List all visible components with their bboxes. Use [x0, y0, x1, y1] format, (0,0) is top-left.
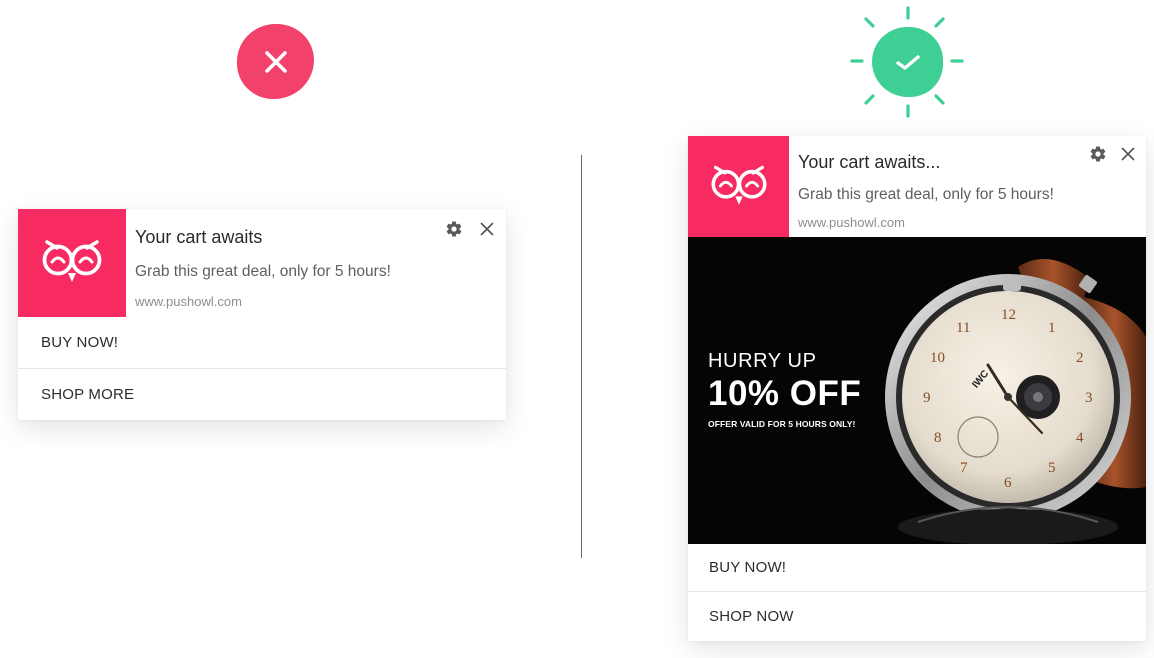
owl-logo-icon: [688, 136, 789, 237]
bad-example-badge: [237, 24, 314, 99]
close-button[interactable]: [477, 219, 497, 239]
notification-texts: Your cart awaits Grab this great deal, o…: [126, 209, 391, 317]
notification-message: Grab this great deal, only for 5 hours!: [135, 263, 391, 280]
notification-title: Your cart awaits: [135, 227, 263, 247]
svg-text:7: 7: [960, 460, 968, 476]
owl-logo-icon: [18, 209, 126, 317]
close-icon: [1121, 147, 1135, 161]
svg-text:11: 11: [956, 320, 970, 336]
svg-text:12: 12: [1001, 307, 1016, 323]
notification-header: Your cart awaits Grab this great deal, o…: [18, 209, 506, 317]
gear-icon: [446, 221, 462, 237]
cross-icon: [264, 50, 287, 73]
close-button[interactable]: [1118, 144, 1138, 164]
buy-now-button[interactable]: BUY NOW!: [688, 544, 1146, 591]
gear-icon: [1090, 146, 1106, 162]
settings-button[interactable]: [1088, 144, 1108, 164]
comparison-divider: [581, 155, 582, 558]
shop-more-button[interactable]: SHOP MORE: [18, 368, 506, 420]
notification-message: Grab this great deal, only for 5 hours!: [798, 186, 1054, 203]
notification-site: www.pushowl.com: [798, 215, 905, 230]
svg-text:3: 3: [1085, 390, 1093, 406]
settings-button[interactable]: [444, 219, 464, 239]
promo-line-hurry: HURRY UP: [708, 350, 817, 372]
checkmark-icon: [895, 55, 920, 70]
promo-line-discount: 10% OFF: [708, 374, 862, 413]
notification-site: www.pushowl.com: [135, 294, 242, 309]
promo-text: HURRY UP 10% OFF OFFER VALID FOR 5 HOURS…: [708, 350, 861, 429]
buy-now-button[interactable]: BUY NOW!: [18, 317, 506, 368]
svg-text:1: 1: [1048, 320, 1056, 336]
rich-push-notification: Your cart awaits... Grab this great deal…: [688, 136, 1146, 641]
promo-line-validity: OFFER VALID FOR 5 HOURS ONLY!: [708, 419, 856, 429]
notification-title: Your cart awaits...: [798, 152, 941, 172]
notification-texts: Your cart awaits... Grab this great deal…: [789, 136, 1054, 237]
shop-now-button[interactable]: SHOP NOW: [688, 591, 1146, 640]
svg-text:2: 2: [1076, 350, 1084, 366]
notification-header: Your cart awaits... Grab this great deal…: [688, 136, 1146, 237]
plain-push-notification: Your cart awaits Grab this great deal, o…: [18, 209, 506, 420]
svg-text:10: 10: [930, 350, 945, 366]
svg-text:4: 4: [1076, 430, 1084, 446]
good-example-badge: [872, 27, 943, 97]
svg-text:5: 5: [1048, 460, 1056, 476]
promo-banner-image[interactable]: 12 1 2 3 4 5 6 7 8 9 10 11 IWC HURRY UP …: [688, 237, 1146, 544]
svg-text:9: 9: [923, 390, 931, 406]
close-icon: [480, 222, 494, 236]
svg-text:8: 8: [934, 430, 942, 446]
svg-text:6: 6: [1004, 475, 1012, 491]
